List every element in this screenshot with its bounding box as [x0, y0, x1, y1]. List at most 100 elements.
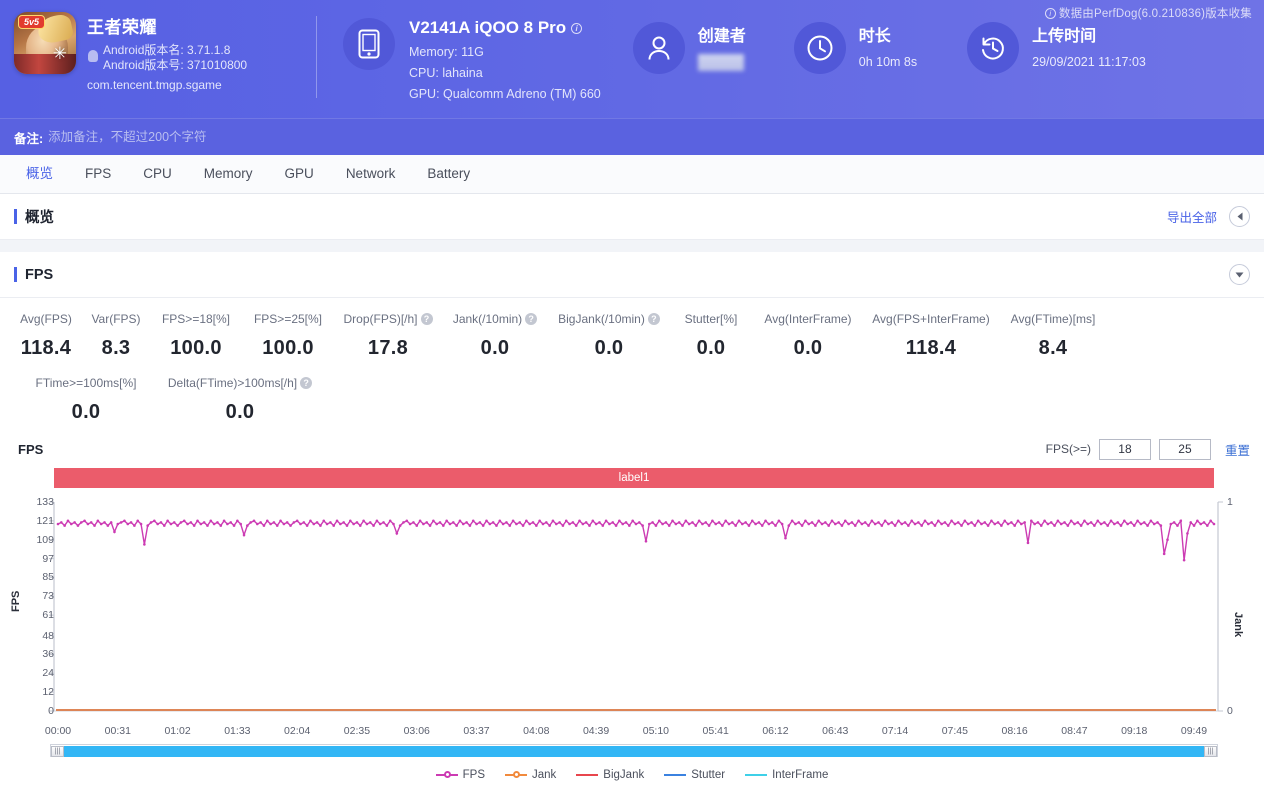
device-model: V2141A iQOO 8 Pro	[409, 18, 566, 38]
legend-label: BigJank	[603, 769, 644, 781]
y-tick-label: 24	[22, 667, 54, 679]
metric-cell: BigJank(/10min)?0.0	[548, 310, 670, 360]
tab-battery[interactable]: Battery	[411, 155, 486, 193]
app-info-block: 5v5 ✳ 王者荣耀 Android版本名: 3.71.1.8 Android版…	[0, 0, 300, 92]
x-tick-label: 00:00	[45, 725, 71, 737]
section-accent-bar	[14, 209, 17, 224]
tab-gpu[interactable]: GPU	[269, 155, 330, 193]
note-input[interactable]	[48, 130, 468, 144]
device-gpu: GPU: Qualcomm Adreno (TM) 660	[409, 87, 601, 101]
chevron-left-icon	[1236, 212, 1244, 221]
metric-cell: Delta(FTime)>100ms[/h]?0.0	[156, 374, 324, 424]
chart-legend: FPS Jank BigJank Stutter InterFrame	[0, 766, 1264, 784]
metric-label: Delta(FTime)>100ms[/h]?	[162, 374, 318, 392]
metric-value: 0.0	[448, 337, 542, 360]
y-tick-label: 36	[22, 648, 54, 660]
metric-cell: FPS>=18[%]100.0	[150, 310, 242, 360]
legend-item[interactable]: Stutter	[664, 769, 725, 781]
fps-metrics: Avg(FPS)118.4Var(FPS)8.3FPS>=18[%]100.0F…	[0, 298, 1264, 428]
chart-label-bar[interactable]: label1	[54, 468, 1214, 488]
y-tick-label: 48	[22, 630, 54, 642]
metric-value: 0.0	[676, 337, 746, 360]
section-gap	[0, 240, 1264, 252]
reset-button[interactable]: 重置	[1225, 440, 1250, 459]
device-memory: Memory: 11G	[409, 45, 601, 59]
tab-fps[interactable]: FPS	[69, 155, 127, 193]
legend-label: Jank	[532, 769, 556, 781]
legend-item[interactable]: InterFrame	[745, 769, 828, 781]
legend-swatch	[436, 770, 458, 780]
scroll-handle-right[interactable]: |||	[1204, 746, 1217, 757]
collapse-left-button[interactable]	[1229, 206, 1250, 227]
x-tick-label: 01:33	[224, 725, 250, 737]
help-icon[interactable]: ?	[648, 313, 660, 325]
help-icon[interactable]: ?	[525, 313, 537, 325]
legend-label: InterFrame	[772, 769, 828, 781]
legend-item[interactable]: BigJank	[576, 769, 644, 781]
x-tick-label: 05:10	[643, 725, 669, 737]
chart-scrollbar[interactable]: ||| |||	[0, 742, 1264, 760]
x-tick-label: 09:18	[1121, 725, 1147, 737]
x-tick-label: 04:08	[523, 725, 549, 737]
y-tick-label: 12	[22, 686, 54, 698]
fps-chart: FPS FPS(>=) 重置 label1 FPS Jank 012243648…	[0, 428, 1264, 784]
y-tick-label: 61	[22, 609, 54, 621]
y-tick-label: 121	[22, 515, 54, 527]
clock-icon	[794, 22, 846, 74]
metric-value: 118.4	[870, 337, 992, 360]
metric-cell: Avg(FPS)118.4	[10, 310, 82, 360]
metric-value: 0.0	[758, 337, 858, 360]
metric-label: FTime>=100ms[%]	[22, 374, 150, 392]
tab-memory[interactable]: Memory	[188, 155, 269, 193]
legend-swatch	[505, 770, 527, 780]
app-name: 王者荣耀	[87, 13, 247, 38]
collapse-down-button[interactable]	[1229, 264, 1250, 285]
tab-overview[interactable]: 概览	[10, 155, 69, 193]
x-tick-label: 06:12	[762, 725, 788, 737]
device-title: V2141A iQOO 8 Pro i	[409, 18, 601, 38]
device-info-block: V2141A iQOO 8 Pro i Memory: 11G CPU: lah…	[317, 0, 601, 101]
fps-threshold-low-input[interactable]	[1099, 439, 1151, 460]
help-icon[interactable]: ?	[421, 313, 433, 325]
metric-cell: Drop(FPS)[/h]?17.8	[334, 310, 442, 360]
legend-item[interactable]: Jank	[505, 769, 556, 781]
history-icon	[967, 22, 1019, 74]
x-tick-label: 06:43	[822, 725, 848, 737]
metric-label: BigJank(/10min)?	[554, 310, 664, 328]
metric-cell: Avg(InterFrame) 0.0	[752, 310, 864, 360]
metrics-row-secondary: FTime>=100ms[%]0.0Delta(FTime)>100ms[/h]…	[0, 374, 1264, 424]
fps-section-header: FPS	[0, 252, 1264, 298]
tab-cpu[interactable]: CPU	[127, 155, 188, 193]
x-tick-label: 00:31	[105, 725, 131, 737]
collect-info: i 数据由PerfDog(6.0.210836)版本收集	[1045, 5, 1252, 21]
tab-network[interactable]: Network	[330, 155, 412, 193]
legend-item[interactable]: FPS	[436, 769, 485, 781]
help-icon[interactable]: ?	[300, 377, 312, 389]
legend-label: Stutter	[691, 769, 725, 781]
chart-canvas	[0, 494, 1264, 724]
metric-label: FPS>=18[%]	[156, 310, 236, 328]
metric-label: Avg(InterFrame)	[758, 310, 858, 328]
y-tick-label: 133	[22, 496, 54, 508]
chevron-down-icon	[1235, 271, 1244, 279]
collect-note-text: 数据由PerfDog(6.0.210836)版本收集	[1059, 5, 1252, 21]
device-info-icon[interactable]: i	[571, 23, 582, 34]
legend-swatch	[576, 770, 598, 780]
upload-time-value: 29/09/2021 11:17:03	[1032, 55, 1146, 69]
export-all-button[interactable]: 导出全部	[1167, 207, 1217, 226]
device-cpu: CPU: lahaina	[409, 66, 601, 80]
metric-cell: Avg(FTime)[ms]8.4	[998, 310, 1108, 360]
fps-threshold-high-input[interactable]	[1159, 439, 1211, 460]
app-package-name: com.tencent.tmgp.sgame	[87, 78, 247, 92]
metric-cell: Avg(FPS+InterFrame)118.4	[864, 310, 998, 360]
scroll-track[interactable]: ||| |||	[50, 744, 1218, 757]
note-label: 备注:	[14, 128, 43, 147]
x-tick-label: 08:47	[1061, 725, 1087, 737]
legend-swatch	[745, 770, 767, 780]
x-tick-label: 03:06	[404, 725, 430, 737]
overview-title: 概览	[25, 206, 54, 227]
metric-value: 8.4	[1004, 337, 1102, 360]
creator-block: 创建者	[633, 0, 746, 74]
scroll-handle-left[interactable]: |||	[51, 746, 64, 757]
note-bar: 备注:	[0, 118, 1264, 155]
